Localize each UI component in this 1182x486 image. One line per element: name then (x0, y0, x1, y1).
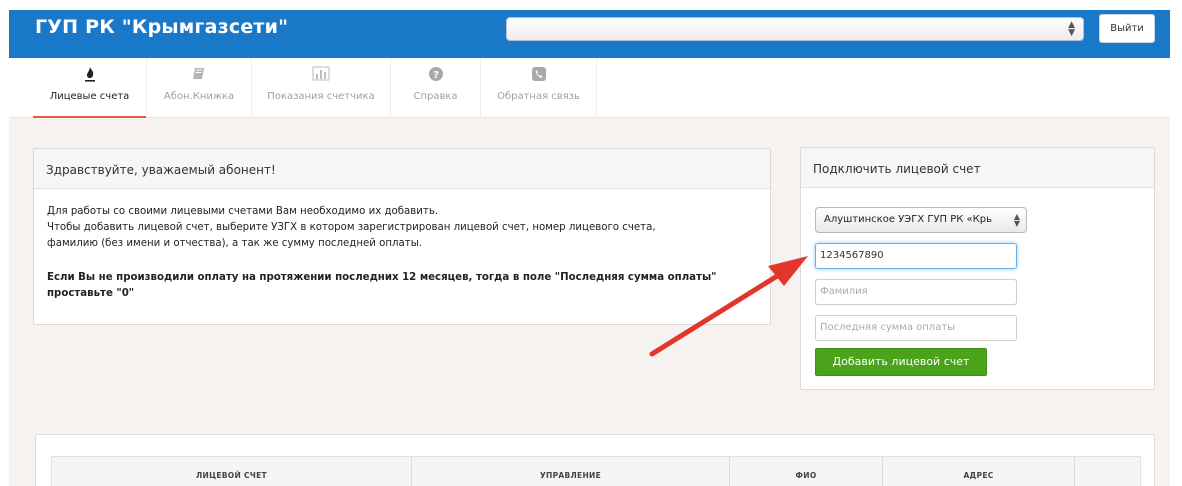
add-account-button[interactable]: Добавить лицевой счет (815, 348, 987, 376)
tab-feedback[interactable]: Обратная связь (481, 58, 597, 118)
payment-note: Если Вы не производили оплату на протяже… (47, 270, 758, 302)
tab-bar: Лицевые счета Абон.Книжка Показания счет… (9, 58, 1170, 119)
tab-accounts-label: Лицевые счета (49, 91, 130, 102)
column-header-actions (1075, 457, 1140, 486)
column-header-account: ЛИЦЕВОЙ СЧЕТ (52, 457, 412, 486)
tab-help[interactable]: ? Справка (391, 58, 481, 118)
logout-button[interactable]: Выйти (1099, 14, 1155, 43)
welcome-line: Для работы со своими лицевыми счетами Ва… (47, 206, 439, 217)
top-bar: ГУП РК "Крымгазсети" ▲ ▼ Выйти (9, 10, 1170, 58)
tab-subscriber-book-label: Абон.Книжка (163, 91, 235, 102)
tab-subscriber-book[interactable]: Абон.Книжка (147, 58, 252, 118)
welcome-line: Чтобы добавить лицевой счет, выберите УЗ… (47, 222, 656, 233)
bar-chart-icon (252, 66, 390, 82)
book-icon (147, 66, 251, 82)
payment-note-line: Если Вы не производили оплату на протяже… (47, 272, 717, 283)
svg-text:?: ? (433, 70, 439, 81)
connect-account-panel: Подключить лицевой счет Алуштинское УЭГХ… (800, 147, 1155, 390)
phone-icon (481, 66, 596, 82)
account-number-input[interactable]: 1234567890 (815, 243, 1017, 269)
column-header-department: УПРАВЛЕНИЕ (412, 457, 730, 486)
welcome-body: Для работы со своими лицевыми счетами Ва… (34, 189, 770, 302)
table-header: ЛИЦЕВОЙ СЧЕТ УПРАВЛЕНИЕ ФИО АДРЕС (51, 456, 1141, 486)
department-select-value: Алуштинское УЭГХ ГУП РК «Крь (824, 214, 993, 225)
flame-icon (33, 66, 146, 82)
tab-help-label: Справка (413, 91, 458, 102)
brand-title: ГУП РК "Крымгазсети" (35, 16, 289, 38)
connect-account-title: Подключить лицевой счет (801, 148, 1154, 188)
main-content: Здравствуйте, уважаемый абонент! Для раб… (9, 118, 1170, 486)
welcome-line: фамилию (без имени и отчества), а так же… (47, 238, 422, 249)
department-select[interactable]: Алуштинское УЭГХ ГУП РК «Крь ▲ ▼ (815, 207, 1027, 233)
region-select[interactable]: ▲ ▼ (506, 17, 1084, 41)
welcome-title: Здравствуйте, уважаемый абонент! (34, 149, 770, 189)
accounts-table: ЛИЦЕВОЙ СЧЕТ УПРАВЛЕНИЕ ФИО АДРЕС (35, 434, 1155, 486)
tab-accounts[interactable]: Лицевые счета (33, 58, 147, 119)
select-arrows-icon: ▲ ▼ (1013, 212, 1020, 228)
welcome-panel: Здравствуйте, уважаемый абонент! Для раб… (33, 148, 771, 325)
surname-input[interactable]: Фамилия (815, 279, 1017, 305)
tab-meter-readings-label: Показания счетчика (267, 91, 375, 102)
help-icon: ? (391, 66, 480, 82)
payment-note-line: проставьте "0" (47, 288, 135, 299)
last-payment-input[interactable]: Последняя сумма оплаты (815, 315, 1017, 341)
tab-meter-readings[interactable]: Показания счетчика (252, 58, 391, 118)
tab-feedback-label: Обратная связь (497, 91, 580, 102)
column-header-name: ФИО (730, 457, 883, 486)
column-header-address: АДРЕС (883, 457, 1075, 486)
select-arrows-icon: ▲ ▼ (1068, 20, 1075, 38)
